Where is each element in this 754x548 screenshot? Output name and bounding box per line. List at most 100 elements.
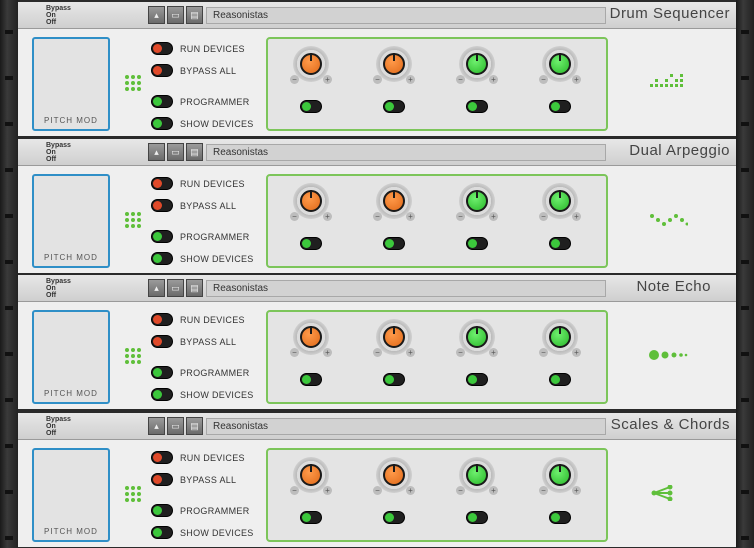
bypass-off-label: Off: [46, 156, 57, 163]
show-devices-row[interactable]: SHOW DEVICES: [151, 388, 254, 401]
show-devices-row[interactable]: SHOW DEVICES: [151, 526, 254, 539]
patch-browse-arrows-icon[interactable]: ▴: [148, 6, 165, 24]
folder-icon[interactable]: ▭: [167, 143, 184, 161]
pitch-mod-display[interactable]: PITCH MOD: [32, 37, 110, 131]
patch-name-display[interactable]: Reasonistas: [206, 280, 606, 297]
patch-browse-arrows-icon[interactable]: ▴: [148, 417, 165, 435]
bypass-all-row[interactable]: BYPASS ALL: [151, 64, 236, 77]
programmer-toggle[interactable]: [151, 366, 173, 379]
programmer-row[interactable]: PROGRAMMER: [151, 95, 250, 108]
folder-icon[interactable]: ▭: [167, 279, 184, 297]
pitch-mod-display[interactable]: PITCH MOD: [32, 310, 110, 404]
run-devices-toggle[interactable]: [151, 451, 173, 464]
save-icon[interactable]: ▤: [186, 6, 203, 24]
programmer-row[interactable]: PROGRAMMER: [151, 504, 250, 517]
programmer-toggle[interactable]: [151, 95, 173, 108]
programmer-toggle[interactable]: [151, 230, 173, 243]
folder-icon[interactable]: ▭: [167, 6, 184, 24]
knob-1-toggle[interactable]: [300, 237, 322, 250]
run-devices-row[interactable]: RUN DEVICES: [151, 177, 245, 190]
bypass-all-row[interactable]: BYPASS ALL: [151, 473, 236, 486]
knob-2[interactable]: − +: [373, 46, 415, 84]
bypass-off-label: Off: [46, 430, 57, 437]
knob-1[interactable]: − +: [290, 319, 332, 357]
save-icon[interactable]: ▤: [186, 417, 203, 435]
run-devices-row[interactable]: RUN DEVICES: [151, 42, 245, 55]
run-devices-toggle[interactable]: [151, 313, 173, 326]
save-icon[interactable]: ▤: [186, 279, 203, 297]
knob-3-toggle[interactable]: [466, 237, 488, 250]
knob-3-toggle[interactable]: [466, 100, 488, 113]
bypass-switch[interactable]: Bypass On Off: [46, 278, 86, 299]
programmer-label: PROGRAMMER: [180, 367, 250, 378]
pitch-mod-display[interactable]: PITCH MOD: [32, 448, 110, 542]
knob-2[interactable]: − +: [373, 319, 415, 357]
pitch-mod-display[interactable]: PITCH MOD: [32, 174, 110, 268]
knob-4-toggle[interactable]: [549, 511, 571, 524]
programmer-row[interactable]: PROGRAMMER: [151, 230, 250, 243]
knob-4[interactable]: − +: [539, 319, 581, 357]
knob-section: − + − + − + − +: [266, 37, 608, 131]
run-devices-row[interactable]: RUN DEVICES: [151, 451, 245, 464]
programmer-toggle[interactable]: [151, 504, 173, 517]
knob-2[interactable]: − +: [373, 457, 415, 495]
show-devices-toggle[interactable]: [151, 117, 173, 130]
knob-4-toggle[interactable]: [549, 237, 571, 250]
pitch-mod-label: PITCH MOD: [44, 116, 98, 125]
bypass-all-toggle[interactable]: [151, 64, 173, 77]
device-title: Dual Arpeggio: [629, 142, 730, 159]
folder-icon[interactable]: ▭: [167, 417, 184, 435]
patch-browse-arrows-icon[interactable]: ▴: [148, 279, 165, 297]
knob-2-toggle[interactable]: [383, 100, 405, 113]
knob-1[interactable]: − +: [290, 183, 332, 221]
knob-3[interactable]: − +: [456, 183, 498, 221]
knob-4[interactable]: − +: [539, 457, 581, 495]
show-devices-toggle[interactable]: [151, 252, 173, 265]
knob-4-toggle[interactable]: [549, 100, 571, 113]
programmer-row[interactable]: PROGRAMMER: [151, 366, 250, 379]
bypass-switch[interactable]: Bypass On Off: [46, 416, 86, 437]
show-devices-row[interactable]: SHOW DEVICES: [151, 252, 254, 265]
knob-4-toggle[interactable]: [549, 373, 571, 386]
knob-2-toggle[interactable]: [383, 237, 405, 250]
device-note-echo: Bypass On Off ▴ ▭ ▤ Reasonistas Note Ech…: [18, 275, 736, 409]
bypass-all-row[interactable]: BYPASS ALL: [151, 199, 236, 212]
bypass-all-label: BYPASS ALL: [180, 336, 237, 347]
bypass-label: Bypass: [46, 5, 71, 12]
patch-browse-arrows-icon[interactable]: ▴: [148, 143, 165, 161]
patch-name-display[interactable]: Reasonistas: [206, 144, 606, 161]
bypass-all-row[interactable]: BYPASS ALL: [151, 335, 236, 348]
show-devices-toggle[interactable]: [151, 526, 173, 539]
run-devices-row[interactable]: RUN DEVICES: [151, 313, 245, 326]
knob-3-toggle[interactable]: [466, 373, 488, 386]
bypass-all-toggle[interactable]: [151, 335, 173, 348]
run-devices-toggle[interactable]: [151, 42, 173, 55]
bypass-all-toggle[interactable]: [151, 473, 173, 486]
knob-2[interactable]: − +: [373, 183, 415, 221]
save-icon[interactable]: ▤: [186, 143, 203, 161]
knob-2-toggle[interactable]: [383, 373, 405, 386]
knob-1-toggle[interactable]: [300, 511, 322, 524]
run-devices-toggle[interactable]: [151, 177, 173, 190]
bypass-switch[interactable]: Bypass On Off: [46, 5, 86, 26]
knob-3[interactable]: − +: [456, 46, 498, 84]
dot-grid-icon: [125, 212, 141, 228]
knob-4[interactable]: − +: [539, 183, 581, 221]
patch-name-display[interactable]: Reasonistas: [206, 418, 606, 435]
knob-1-toggle[interactable]: [300, 373, 322, 386]
bypass-switch[interactable]: Bypass On Off: [46, 142, 86, 163]
patch-name-display[interactable]: Reasonistas: [206, 7, 606, 24]
knob-1[interactable]: − +: [290, 457, 332, 495]
device-panel: PITCH MOD RUN DEVICES BYPASS ALL PROGRAM…: [18, 440, 736, 547]
knob-1[interactable]: − +: [290, 46, 332, 84]
knob-3-toggle[interactable]: [466, 511, 488, 524]
show-devices-row[interactable]: SHOW DEVICES: [151, 117, 254, 130]
knob-3[interactable]: − +: [456, 319, 498, 357]
knob-3[interactable]: − +: [456, 457, 498, 495]
show-devices-toggle[interactable]: [151, 388, 173, 401]
bypass-all-toggle[interactable]: [151, 199, 173, 212]
knob-1-toggle[interactable]: [300, 100, 322, 113]
knob-4[interactable]: − +: [539, 46, 581, 84]
knob-2-toggle[interactable]: [383, 511, 405, 524]
device-dual-arpeggio: Bypass On Off ▴ ▭ ▤ Reasonistas Dual Arp…: [18, 139, 736, 273]
